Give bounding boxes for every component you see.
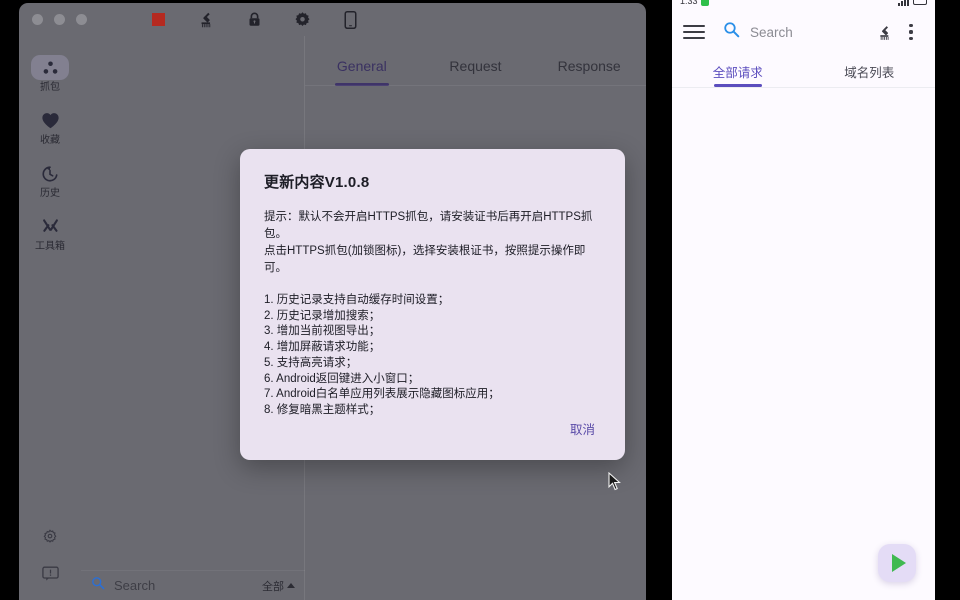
window-controls[interactable] xyxy=(32,14,87,25)
detail-tabs: General Request Response xyxy=(305,36,646,86)
sidebar-item-label: 收藏 xyxy=(40,135,60,146)
sidebar-item-capture[interactable]: 抓包 xyxy=(19,48,81,101)
mobile-overflow-menu-button[interactable] xyxy=(898,17,924,47)
update-dialog: 更新内容V1.0.8 提示：默认不会开启HTTPS抓包，请安装证书后再开启HTT… xyxy=(240,149,625,460)
stop-square-icon xyxy=(151,13,165,26)
clear-button[interactable] xyxy=(182,3,230,36)
dialog-actions: 取消 xyxy=(564,415,601,442)
filter-label: 全部 xyxy=(262,580,284,593)
hamburger-menu-icon[interactable] xyxy=(683,25,705,39)
list-item: 1. 历史记录支持自动缓存时间设置； xyxy=(264,294,450,306)
tools-icon xyxy=(31,214,69,239)
toolbar xyxy=(134,3,374,36)
cancel-button[interactable]: 取消 xyxy=(564,415,601,442)
tab-response[interactable]: Response xyxy=(532,58,646,86)
heart-icon xyxy=(31,108,69,133)
caret-up-icon xyxy=(287,583,295,588)
sidebar-item-label: 工具箱 xyxy=(35,241,65,252)
desktop-app-window: 抓包 收藏 历史 工具箱 Search 全部 General Request R… xyxy=(19,3,646,600)
sidebar-item-favorites[interactable]: 收藏 xyxy=(19,101,81,154)
phone-icon xyxy=(344,10,356,29)
lock-icon xyxy=(249,12,259,26)
list-item: 4. 增加屏蔽请求功能； xyxy=(264,341,381,354)
search-icon xyxy=(723,21,740,43)
more-vertical-icon xyxy=(909,24,913,40)
sidebar-item-label: 历史 xyxy=(40,188,60,199)
list-item: 5. 支持高亮请求； xyxy=(264,356,358,369)
screen-root: 抓包 收藏 历史 工具箱 Search 全部 General Request R… xyxy=(0,0,960,600)
status-clock: 1:33 xyxy=(680,0,698,6)
mobile-mirror-panel: 1:33 Search 全部请求 域名列表 xyxy=(672,0,935,600)
mobile-tabs-divider xyxy=(672,87,935,88)
close-window-button[interactable] xyxy=(32,14,43,25)
device-button[interactable] xyxy=(326,3,374,36)
signal-bars-icon xyxy=(898,0,909,6)
panel-gap xyxy=(646,0,672,600)
mobile-search-placeholder: Search xyxy=(750,24,793,40)
filter-dropdown[interactable]: 全部 xyxy=(262,578,295,594)
dialog-tip-line-1: 提示：默认不会开启HTTPS抓包，请安装证书后再开启HTTPS抓包。 xyxy=(264,211,593,240)
status-left: 1:33 xyxy=(680,0,709,9)
status-right xyxy=(898,0,927,6)
window-titlebar xyxy=(19,3,646,36)
sidebar-item-toolbox[interactable]: 工具箱 xyxy=(19,207,81,260)
mobile-tabs: 全部请求 域名列表 xyxy=(672,55,935,87)
history-clock-icon xyxy=(31,161,69,186)
list-item: 8. 修复暗黑主题样式； xyxy=(264,403,381,416)
broom-icon xyxy=(201,12,210,28)
sidebar-item-label: 抓包 xyxy=(40,82,60,93)
mouse-pointer xyxy=(608,471,622,497)
dialog-tip-line-2: 点击HTTPS抓包(加锁图标)，选择安装根证书，按照提示操作即可。 xyxy=(264,245,586,274)
stop-capture-button[interactable] xyxy=(134,3,182,36)
settings-button[interactable] xyxy=(278,3,326,36)
sidebar: 抓包 收藏 历史 工具箱 xyxy=(19,36,81,600)
capture-dots-icon xyxy=(31,55,69,80)
sidebar-bottom-group xyxy=(19,518,81,592)
play-icon xyxy=(891,554,906,572)
list-search-bar[interactable]: Search 全部 xyxy=(81,570,305,600)
list-item: 2. 历史记录增加搜索； xyxy=(264,309,381,322)
start-capture-fab[interactable] xyxy=(878,544,916,582)
sidebar-feedback-button[interactable] xyxy=(19,555,81,592)
sidebar-settings-button[interactable] xyxy=(19,518,81,555)
gear-icon xyxy=(294,12,310,27)
mobile-tab-domain-list[interactable]: 域名列表 xyxy=(804,55,936,87)
sidebar-item-history[interactable]: 历史 xyxy=(19,154,81,207)
mobile-search-input[interactable]: Search xyxy=(723,21,872,43)
maximize-window-button[interactable] xyxy=(76,14,87,25)
feedback-icon xyxy=(41,566,59,581)
dialog-changelog-list: 1. 历史记录支持自动缓存时间设置； 2. 历史记录增加搜索； 3. 增加当前视… xyxy=(264,293,601,419)
list-item: 6. Android返回键进入小窗口； xyxy=(264,372,420,385)
list-item: 7. Android白名单应用列表展示隐藏图标应用； xyxy=(264,388,500,401)
status-indicator-icon xyxy=(700,0,709,6)
mobile-tab-all-requests[interactable]: 全部请求 xyxy=(672,55,804,87)
mobile-clear-button[interactable] xyxy=(872,17,898,47)
tab-general[interactable]: General xyxy=(305,58,419,86)
mobile-status-bar: 1:33 xyxy=(672,0,935,9)
mobile-app-bar: Search xyxy=(672,9,935,55)
dialog-title: 更新内容V1.0.8 xyxy=(264,174,370,191)
gear-icon xyxy=(43,528,57,543)
broom-icon xyxy=(880,25,889,40)
list-item: 3. 增加当前视图导出； xyxy=(264,325,381,338)
minimize-window-button[interactable] xyxy=(54,14,65,25)
search-icon xyxy=(91,576,105,595)
tabs-underline xyxy=(305,85,646,86)
battery-icon xyxy=(913,0,927,5)
search-input[interactable]: Search xyxy=(114,578,262,593)
https-button[interactable] xyxy=(230,3,278,36)
tab-request[interactable]: Request xyxy=(419,58,533,86)
dialog-tip: 提示：默认不会开启HTTPS抓包，请安装证书后再开启HTTPS抓包。 点击HTT… xyxy=(264,209,601,277)
